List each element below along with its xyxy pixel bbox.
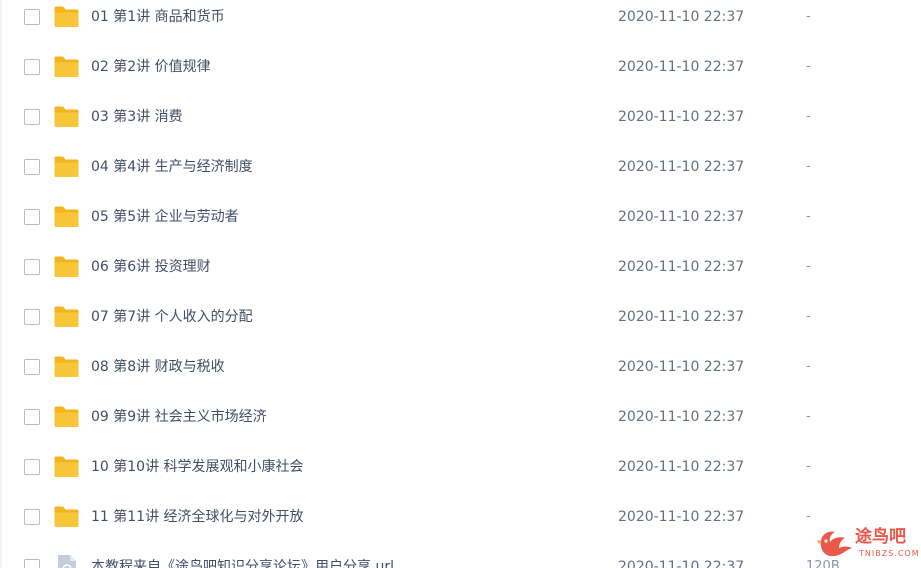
file-modified-date: 2020-11-10 22:37 [618,409,745,425]
file-row[interactable]: 05 第5讲 企业与劳动者 2020-11-10 22:37 - [0,192,921,242]
file-name[interactable]: 10 第10讲 科学发展观和小康社会 [91,458,304,476]
file-row[interactable]: 09 第9讲 社会主义市场经济 2020-11-10 22:37 - [0,392,921,442]
file-size: - [806,209,811,224]
file-name[interactable]: 本教程来自《途鸟吧知识分享论坛》用户分享.url [91,558,394,568]
file-name[interactable]: 04 第4讲 生产与经济制度 [91,158,253,176]
file-modified-date: 2020-11-10 22:37 [618,359,745,375]
file-name[interactable]: 09 第9讲 社会主义市场经济 [91,408,267,426]
folder-icon [53,155,80,178]
row-checkbox[interactable] [24,459,40,475]
site-watermark: 途鸟吧 TNIBZS.COM [815,524,919,564]
file-size: - [806,59,811,74]
url-file-icon [53,555,80,568]
row-checkbox[interactable] [24,9,40,25]
folder-icon [53,55,80,78]
file-name[interactable]: 06 第6讲 投资理财 [91,258,211,276]
row-checkbox[interactable] [24,259,40,275]
file-size: - [806,109,811,124]
file-size: - [806,509,811,524]
folder-icon [53,505,80,528]
file-row[interactable]: 01 第1讲 商品和货币 2020-11-10 22:37 - [0,0,921,42]
file-modified-date: 2020-11-10 22:37 [618,509,745,525]
folder-icon [53,355,80,378]
file-row[interactable]: 07 第7讲 个人收入的分配 2020-11-10 22:37 - [0,292,921,342]
row-checkbox[interactable] [24,59,40,75]
file-modified-date: 2020-11-10 22:37 [618,459,745,475]
file-modified-date: 2020-11-10 22:37 [618,109,745,125]
file-size: - [806,459,811,474]
row-checkbox[interactable] [24,159,40,175]
file-modified-date: 2020-11-10 22:37 [618,559,745,568]
row-checkbox[interactable] [24,309,40,325]
row-checkbox[interactable] [24,209,40,225]
file-size: - [806,9,811,24]
file-size: - [806,409,811,424]
row-checkbox[interactable] [24,359,40,375]
bird-logo-icon [815,526,855,560]
folder-icon [53,105,80,128]
file-name[interactable]: 02 第2讲 价值规律 [91,58,211,76]
file-name[interactable]: 11 第11讲 经济全球化与对外开放 [91,508,304,526]
file-row[interactable]: 03 第3讲 消费 2020-11-10 22:37 - [0,92,921,142]
file-modified-date: 2020-11-10 22:37 [618,159,745,175]
folder-icon [53,5,80,28]
file-modified-date: 2020-11-10 22:37 [618,59,745,75]
file-row[interactable]: 本教程来自《途鸟吧知识分享论坛》用户分享.url 2020-11-10 22:3… [0,542,921,568]
file-modified-date: 2020-11-10 22:37 [618,9,745,25]
file-modified-date: 2020-11-10 22:37 [618,309,745,325]
file-modified-date: 2020-11-10 22:37 [618,259,745,275]
file-name[interactable]: 01 第1讲 商品和货币 [91,8,225,26]
file-size: - [806,359,811,374]
file-name[interactable]: 03 第3讲 消费 [91,108,183,126]
file-row[interactable]: 02 第2讲 价值规律 2020-11-10 22:37 - [0,42,921,92]
folder-icon [53,255,80,278]
file-row[interactable]: 11 第11讲 经济全球化与对外开放 2020-11-10 22:37 - [0,492,921,542]
file-name[interactable]: 05 第5讲 企业与劳动者 [91,208,239,226]
folder-icon [53,405,80,428]
file-name[interactable]: 08 第8讲 财政与税收 [91,358,225,376]
row-checkbox[interactable] [24,409,40,425]
folder-icon [53,205,80,228]
file-row[interactable]: 10 第10讲 科学发展观和小康社会 2020-11-10 22:37 - [0,442,921,492]
file-row[interactable]: 08 第8讲 财政与税收 2020-11-10 22:37 - [0,342,921,392]
file-size: - [806,309,811,324]
watermark-url: TNIBZS.COM [859,549,920,558]
file-row[interactable]: 06 第6讲 投资理财 2020-11-10 22:37 - [0,242,921,292]
folder-icon [53,455,80,478]
row-checkbox[interactable] [24,509,40,525]
file-size: - [806,259,811,274]
file-row[interactable]: 04 第4讲 生产与经济制度 2020-11-10 22:37 - [0,142,921,192]
file-list: 01 第1讲 商品和货币 2020-11-10 22:37 - 02 第2讲 价… [0,0,921,568]
row-checkbox[interactable] [24,109,40,125]
watermark-text: 途鸟吧 [855,527,906,547]
file-name[interactable]: 07 第7讲 个人收入的分配 [91,308,253,326]
folder-icon [53,305,80,328]
row-checkbox[interactable] [24,559,40,568]
file-modified-date: 2020-11-10 22:37 [618,209,745,225]
file-size: - [806,159,811,174]
